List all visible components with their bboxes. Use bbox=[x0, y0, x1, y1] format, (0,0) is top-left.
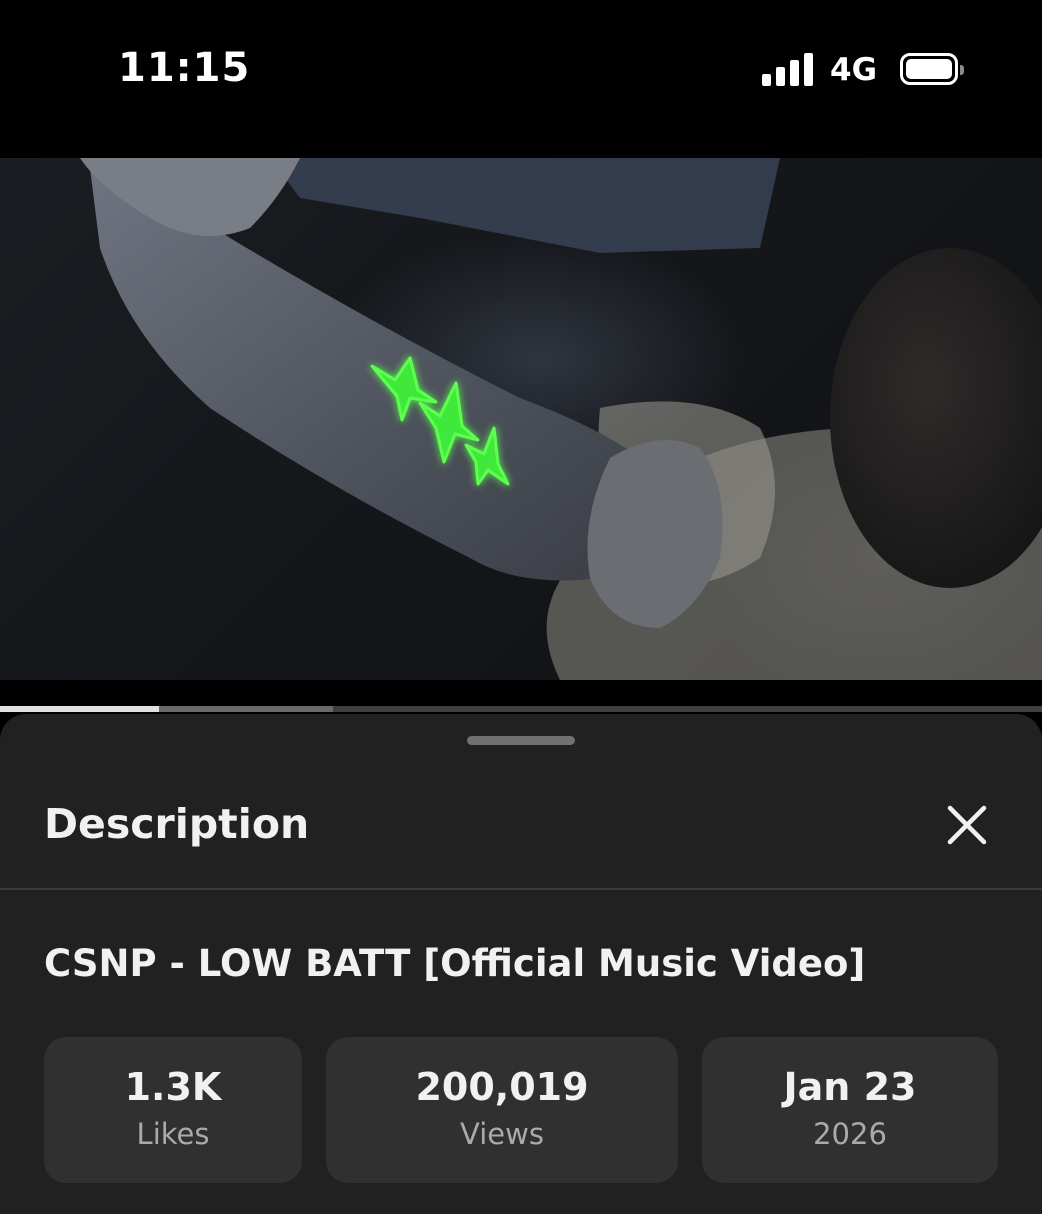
description-sheet: Description CSNP - LOW BATT [Official Mu… bbox=[0, 714, 1042, 1214]
battery-icon bbox=[900, 53, 964, 85]
date-stat: Jan 23 2026 bbox=[702, 1037, 998, 1183]
video-progress-bar[interactable] bbox=[0, 706, 1042, 712]
likes-count: 1.3K bbox=[124, 1065, 222, 1109]
likes-label: Likes bbox=[136, 1117, 210, 1151]
player-bottom-bar bbox=[0, 680, 1042, 706]
played-fill bbox=[0, 706, 160, 712]
signal-bars-icon bbox=[762, 52, 814, 86]
views-count: 200,019 bbox=[415, 1065, 589, 1109]
upload-date: Jan 23 bbox=[783, 1065, 917, 1109]
player-top-bar bbox=[0, 125, 1042, 158]
video-player[interactable] bbox=[0, 158, 1042, 680]
upload-year: 2026 bbox=[813, 1117, 887, 1151]
network-type: 4G bbox=[830, 52, 878, 88]
close-button[interactable] bbox=[938, 796, 996, 854]
views-label: Views bbox=[460, 1117, 544, 1151]
drag-handle[interactable] bbox=[467, 736, 575, 745]
description-heading: Description bbox=[44, 800, 310, 848]
video-title: CSNP - LOW BATT [Official Music Video] bbox=[44, 942, 866, 985]
status-bar: 11:15 4G bbox=[0, 0, 1042, 125]
status-time: 11:15 bbox=[118, 45, 251, 91]
divider bbox=[0, 888, 1042, 890]
close-icon bbox=[947, 805, 987, 845]
likes-stat: 1.3K Likes bbox=[44, 1037, 302, 1183]
views-stat: 200,019 Views bbox=[326, 1037, 678, 1183]
video-frame bbox=[80, 158, 1042, 680]
